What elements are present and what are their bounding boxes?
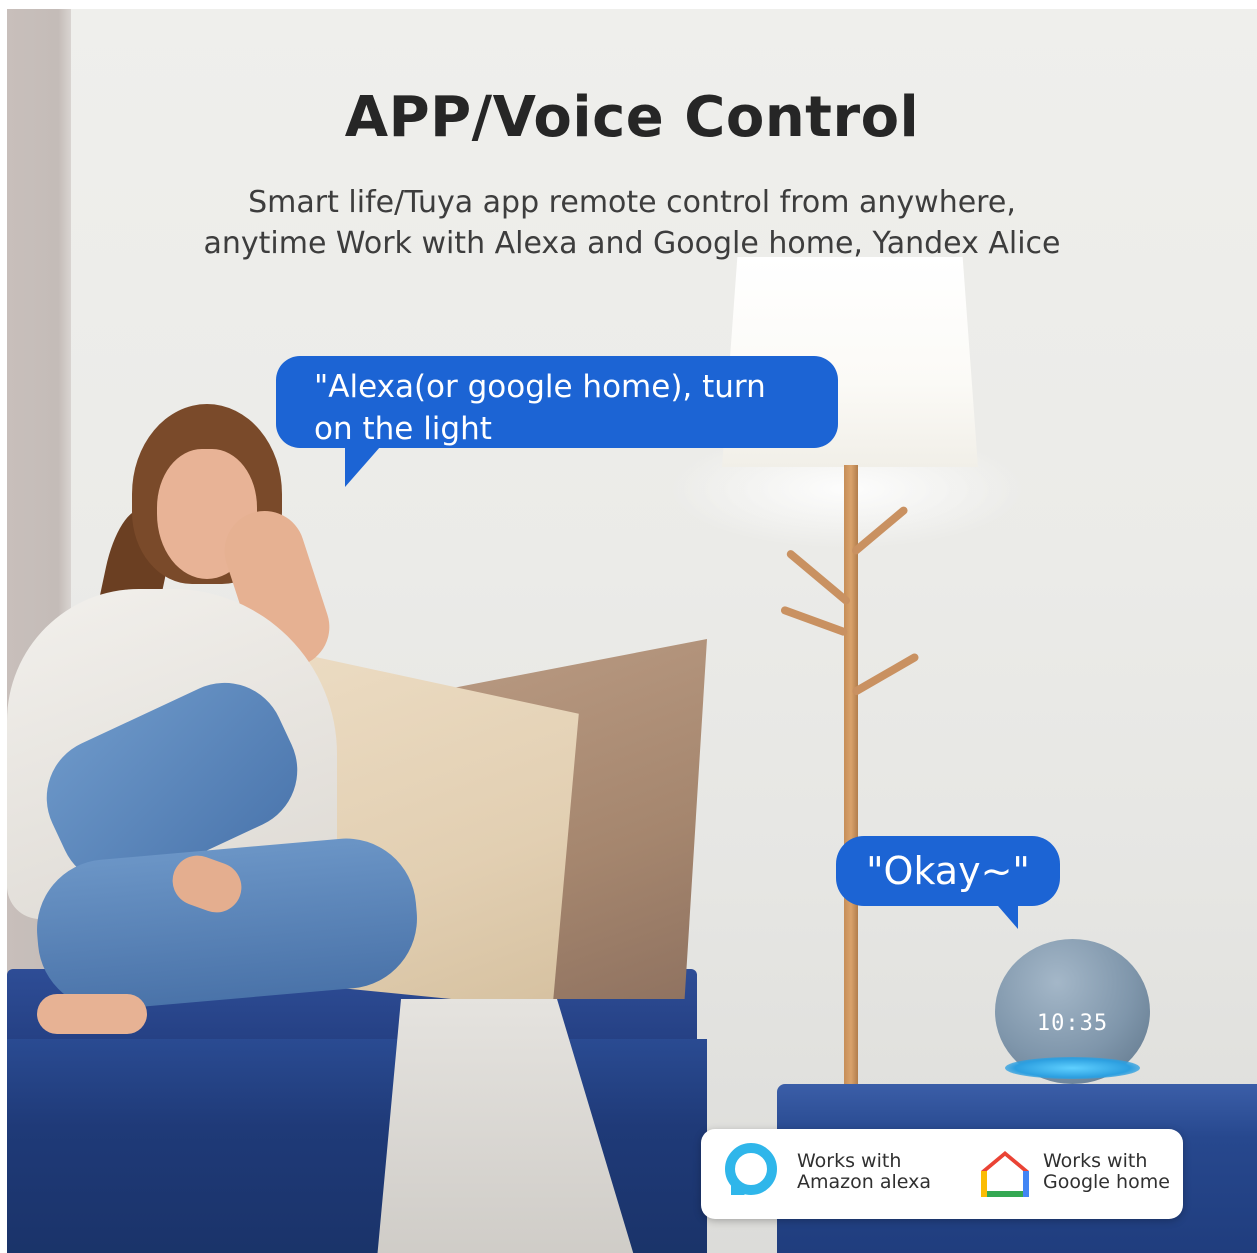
woman-foot	[37, 994, 147, 1034]
speech-bubble-command: "Alexa(or google home), turn on the ligh…	[276, 356, 838, 448]
alexa-badge-text: Works with Amazon alexa	[797, 1151, 931, 1193]
scene: APP/Voice Control Smart life/Tuya app re…	[7, 9, 1257, 1253]
lamp-branch	[779, 605, 849, 637]
subtitle-line-1: Smart life/Tuya app remote control from …	[248, 185, 1016, 220]
lamp-pole	[844, 465, 858, 1085]
google-badge-text: Works with Google home	[1043, 1151, 1170, 1193]
google-badge-line-1: Works with	[1043, 1150, 1148, 1172]
lamp-branch	[851, 652, 920, 697]
alexa-logo-tail	[731, 1181, 745, 1195]
speech-bubble-tail	[992, 899, 1018, 929]
compatibility-badge: Works with Amazon alexa Works with Googl…	[701, 1129, 1183, 1219]
subtitle-line-2: anytime Work with Alexa and Google home,…	[203, 226, 1061, 261]
smart-speaker: 10:35	[995, 939, 1150, 1084]
google-badge-line-2: Google home	[1043, 1171, 1170, 1193]
speaker-light-ring	[1005, 1057, 1140, 1079]
lamp-branch	[785, 548, 852, 607]
command-line-2: on the light	[314, 411, 492, 447]
google-home-logo-icon	[981, 1151, 1029, 1197]
speech-bubble-reply: "Okay~"	[836, 836, 1060, 906]
alexa-badge-line-2: Amazon alexa	[797, 1171, 931, 1193]
speaker-clock: 10:35	[1036, 1011, 1109, 1036]
command-line-1: "Alexa(or google home), turn	[314, 369, 766, 405]
page-title: APP/Voice Control	[344, 85, 920, 150]
alexa-badge-line-1: Works with	[797, 1150, 902, 1172]
speech-bubble-tail	[345, 439, 387, 487]
